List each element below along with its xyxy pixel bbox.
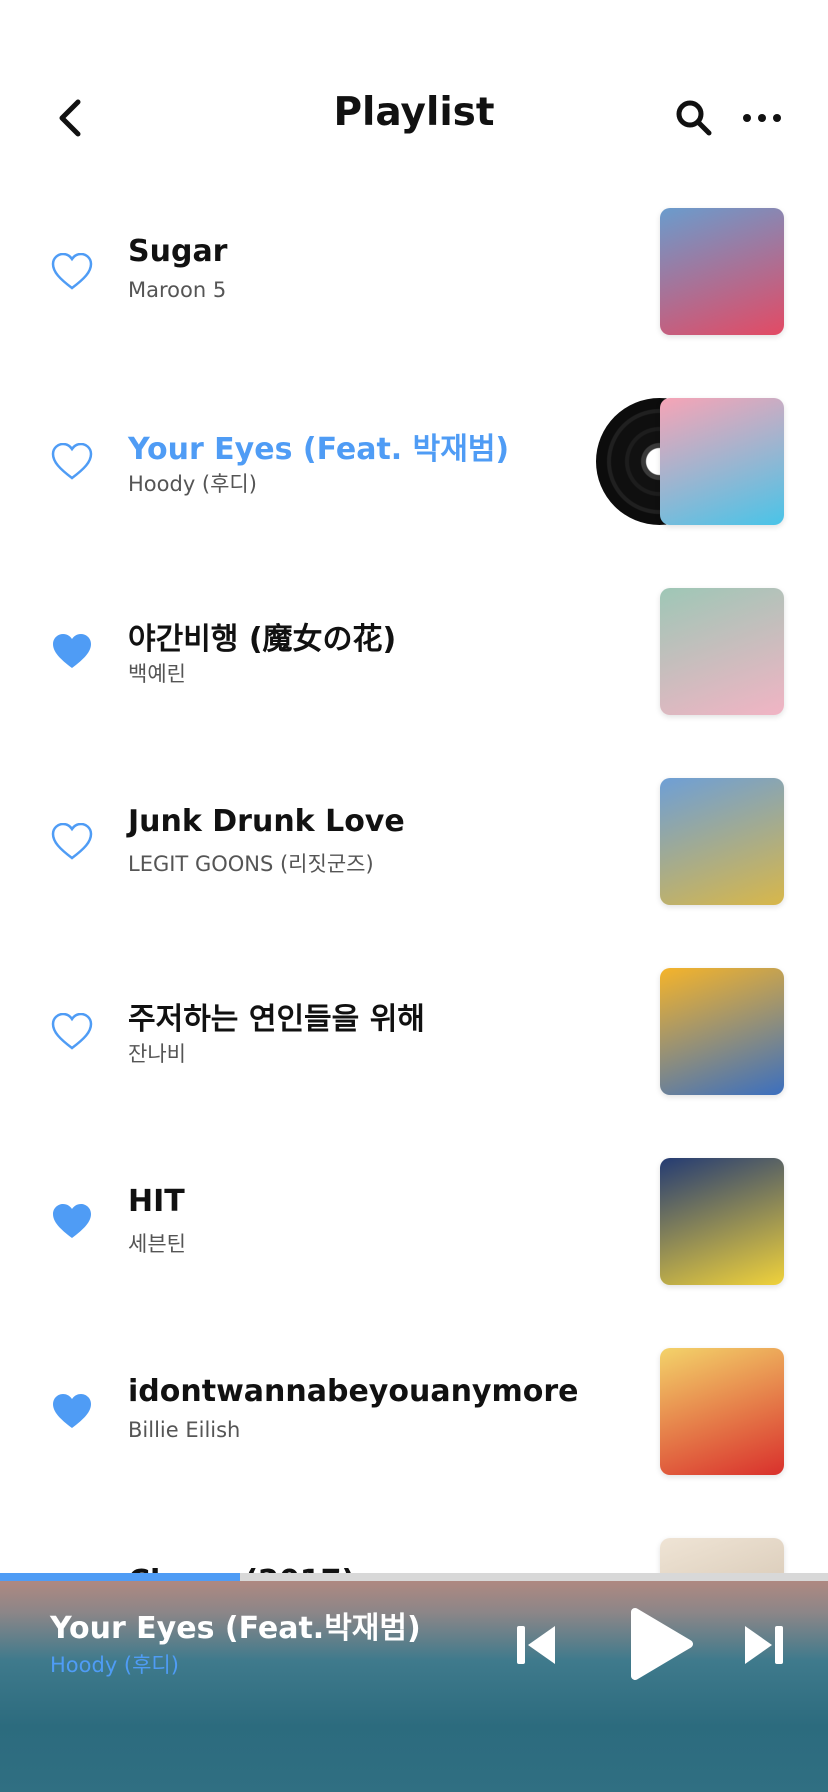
more-button[interactable] bbox=[738, 96, 786, 140]
heart-filled-icon bbox=[53, 634, 91, 668]
song-title: 야간비행 (魔女の花) bbox=[128, 622, 397, 657]
playlist-row[interactable]: Your Eyes (Feat. 박재범) Hoody (후디) bbox=[0, 380, 828, 570]
now-playing-bar[interactable]: Your Eyes (Feat.박재범) Hoody (후디) bbox=[0, 1573, 828, 1792]
progress-fill bbox=[0, 1573, 241, 1581]
like-button[interactable] bbox=[48, 818, 96, 866]
header: Playlist bbox=[0, 0, 828, 190]
more-horizontal-icon bbox=[743, 114, 781, 122]
play-button[interactable] bbox=[620, 1601, 700, 1687]
skip-previous-icon bbox=[517, 1626, 555, 1664]
like-button[interactable] bbox=[48, 248, 96, 296]
playlist-row[interactable]: Junk Drunk Love LEGIT GOONS (리짓군즈) bbox=[0, 760, 828, 950]
like-button[interactable] bbox=[48, 438, 96, 486]
song-artist: LEGIT GOONS (리짓군즈) bbox=[128, 852, 374, 876]
song-title: Sugar bbox=[128, 234, 228, 269]
album-art bbox=[660, 398, 784, 525]
progress-bar[interactable] bbox=[0, 1573, 828, 1581]
search-button[interactable] bbox=[672, 96, 716, 140]
playlist-row[interactable]: HIT 세븐틴 bbox=[0, 1140, 828, 1330]
play-icon bbox=[631, 1608, 693, 1680]
heart-filled-icon bbox=[53, 1204, 91, 1238]
song-artist: 백예린 bbox=[128, 662, 186, 686]
song-title: Junk Drunk Love bbox=[128, 804, 405, 839]
previous-button[interactable] bbox=[510, 1615, 562, 1675]
song-artist: 잔나비 bbox=[128, 1042, 186, 1066]
song-title: HIT bbox=[128, 1184, 185, 1219]
search-icon bbox=[676, 100, 712, 136]
like-button[interactable] bbox=[48, 1198, 96, 1246]
album-art bbox=[660, 208, 784, 335]
album-art bbox=[660, 1158, 784, 1285]
now-playing-artist[interactable]: Hoody (후디) bbox=[50, 1649, 179, 1679]
playlist: Sugar Maroon 5 Your Eyes (Feat. 박재범) Hoody… bbox=[0, 190, 828, 1573]
song-artist: Maroon 5 bbox=[128, 278, 227, 302]
song-title: idontwannabeyouanymore bbox=[128, 1374, 579, 1409]
heart-outline-icon bbox=[51, 1013, 93, 1050]
like-button[interactable] bbox=[48, 1388, 96, 1436]
song-title: Your Eyes (Feat. 박재범) bbox=[128, 432, 510, 467]
song-title: Closer (2017) bbox=[128, 1564, 355, 1573]
album-art bbox=[660, 1348, 784, 1475]
song-artist: Billie Eilish bbox=[128, 1418, 241, 1442]
album-art bbox=[660, 778, 784, 905]
album-art bbox=[660, 1538, 784, 1573]
album-art bbox=[660, 588, 784, 715]
heart-filled-icon bbox=[53, 1394, 91, 1428]
album-art bbox=[660, 968, 784, 1095]
song-artist: 세븐틴 bbox=[128, 1232, 186, 1256]
song-title: 주저하는 연인들을 위해 bbox=[128, 1002, 425, 1037]
now-playing-title: Your Eyes (Feat.박재범) bbox=[50, 1611, 421, 1646]
song-artist: Hoody (후디) bbox=[128, 472, 257, 496]
playlist-row[interactable]: 주저하는 연인들을 위해잔나비 bbox=[0, 950, 828, 1140]
like-button[interactable] bbox=[48, 628, 96, 676]
heart-outline-icon bbox=[51, 253, 93, 290]
skip-next-icon bbox=[745, 1626, 783, 1664]
heart-outline-icon bbox=[51, 443, 93, 480]
playlist-row[interactable]: idontwannabeyouanymore Billie Eilish bbox=[0, 1330, 828, 1520]
playlist-row[interactable]: Sugar Maroon 5 bbox=[0, 190, 828, 380]
playlist-row[interactable]: Closer (2017) bbox=[0, 1520, 828, 1573]
like-button[interactable] bbox=[48, 1008, 96, 1056]
heart-outline-icon bbox=[51, 823, 93, 860]
next-button[interactable] bbox=[738, 1615, 790, 1675]
playlist-row[interactable]: 야간비행 (魔女の花) 백예린 bbox=[0, 570, 828, 760]
